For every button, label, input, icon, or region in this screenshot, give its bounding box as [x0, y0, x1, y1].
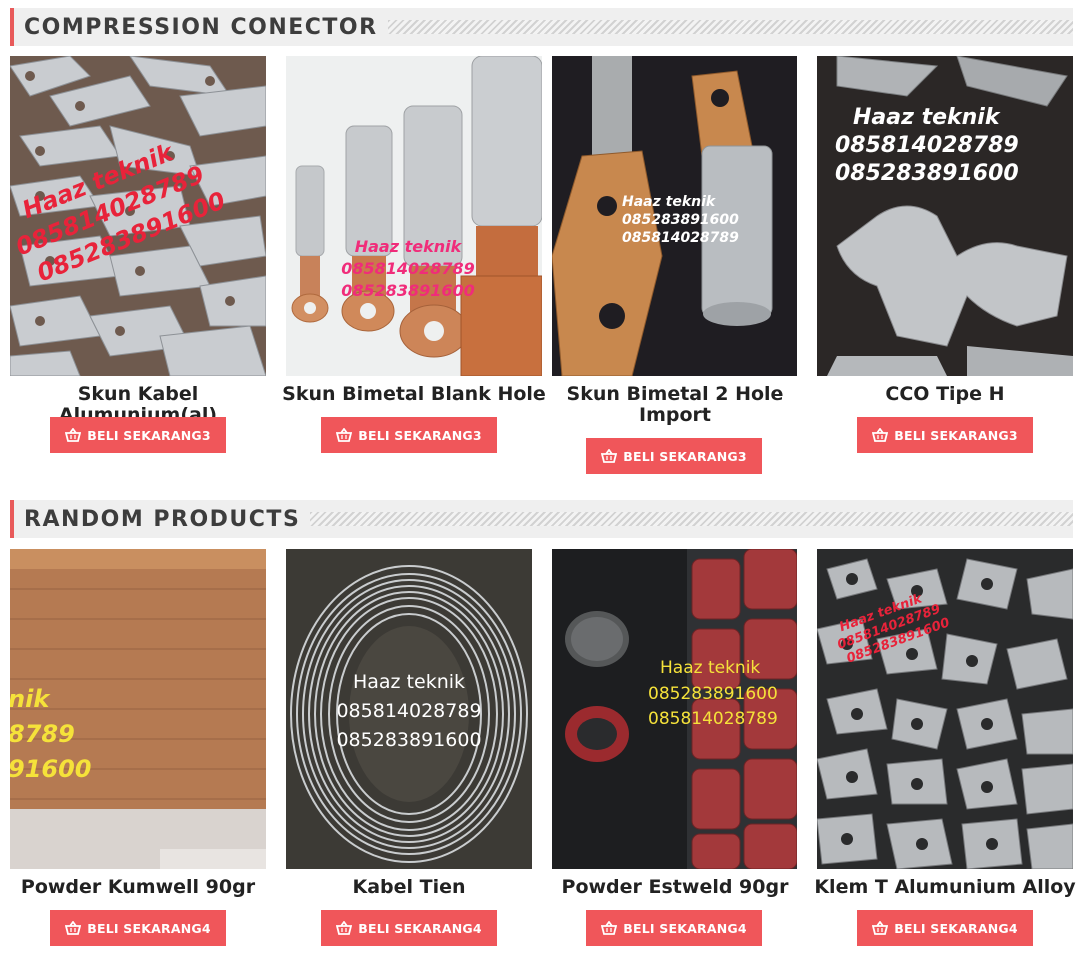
- basket-icon: [872, 428, 889, 442]
- buy-now-button[interactable]: BELI SEKARANG4: [321, 910, 497, 946]
- watermark-line-1: nik: [10, 685, 51, 713]
- watermark-line-3: 91600: [10, 755, 92, 783]
- watermark-line-2: 085814028789: [835, 133, 1019, 158]
- watermark-line-3: 085283891600: [336, 729, 481, 751]
- buy-now-label: BELI SEKARANG3: [623, 448, 747, 464]
- basket-icon: [65, 921, 82, 935]
- product-image[interactable]: nik 8789 91600: [10, 549, 266, 869]
- basket-icon: [65, 428, 82, 442]
- buy-now-label: BELI SEKARANG3: [894, 427, 1018, 443]
- buy-now-label: BELI SEKARANG3: [87, 427, 211, 443]
- watermark-line-3: 085283891600: [341, 281, 475, 300]
- basket-icon: [336, 921, 353, 935]
- buy-now-label: BELI SEKARANG4: [87, 920, 211, 936]
- buy-now-button[interactable]: BELI SEKARANG3: [321, 417, 497, 453]
- product-name[interactable]: Skun Bimetal 2 Hole Import: [546, 384, 804, 426]
- product-name[interactable]: Klem T Alumunium Alloy: [811, 877, 1078, 898]
- buy-now-button[interactable]: BELI SEKARANG4: [857, 910, 1033, 946]
- section-header-random-products: RANDOM PRODUCTS: [10, 500, 1073, 538]
- watermark-line-1: Haaz teknik: [853, 105, 1001, 130]
- watermark-line-2: 085283891600: [622, 212, 739, 228]
- buy-now-label: BELI SEKARANG4: [623, 920, 747, 936]
- product-image[interactable]: Haaz teknik 085814028789 085283891600: [10, 56, 266, 376]
- buy-now-label: BELI SEKARANG4: [894, 920, 1018, 936]
- product-name[interactable]: Kabel Tien: [286, 877, 532, 898]
- watermark-line-1: Haaz teknik: [622, 194, 717, 210]
- basket-icon: [601, 449, 618, 463]
- watermark-line-1: Haaz teknik: [660, 658, 760, 678]
- buy-now-label: BELI SEKARANG4: [358, 920, 482, 936]
- product-name[interactable]: CCO Tipe H: [811, 384, 1078, 405]
- section-header-compression-conector: COMPRESSION CONECTOR: [10, 8, 1073, 46]
- watermark-line-2: 8789: [10, 720, 75, 748]
- product-image[interactable]: Haaz teknik 085283891600 085814028789: [552, 56, 808, 376]
- product-name[interactable]: Powder Estweld 90gr: [546, 877, 804, 898]
- watermark-line-3: 085814028789: [648, 709, 778, 729]
- watermark-line-2: 085283891600: [648, 684, 778, 704]
- watermark-line-1: Haaz teknik: [353, 671, 465, 693]
- basket-icon: [336, 428, 353, 442]
- buy-now-button[interactable]: BELI SEKARANG4: [50, 910, 226, 946]
- product-image[interactable]: Haaz teknik 085814028789 085283891600: [817, 56, 1073, 376]
- product-image[interactable]: Haaz teknik 085814028789 085283891600: [817, 549, 1073, 869]
- buy-now-label: BELI SEKARANG3: [358, 427, 482, 443]
- basket-icon: [601, 921, 618, 935]
- buy-now-button[interactable]: BELI SEKARANG3: [50, 417, 226, 453]
- header-stripes: [387, 20, 1073, 34]
- product-image[interactable]: Haaz teknik 085814028789 085283891600: [286, 56, 542, 376]
- watermark-line-2: 085814028789: [336, 700, 481, 722]
- buy-now-button[interactable]: BELI SEKARANG3: [586, 438, 762, 474]
- product-name[interactable]: Skun Bimetal Blank Hole: [280, 384, 548, 405]
- product-image[interactable]: Haaz teknik 085814028789 085283891600: [286, 549, 542, 869]
- watermark-line-2: 085814028789: [341, 259, 475, 278]
- watermark-line-3: 085283891600: [835, 161, 1019, 186]
- product-image[interactable]: Haaz teknik 085283891600 085814028789: [552, 549, 808, 869]
- section-title: RANDOM PRODUCTS: [14, 506, 311, 532]
- header-stripes: [310, 512, 1073, 526]
- basket-icon: [872, 921, 889, 935]
- watermark-line-1: Haaz teknik: [355, 237, 463, 256]
- buy-now-button[interactable]: BELI SEKARANG4: [586, 910, 762, 946]
- product-name[interactable]: Powder Kumwell 90gr: [4, 877, 272, 898]
- section-title: COMPRESSION CONECTOR: [14, 14, 388, 40]
- watermark-line-3: 085814028789: [622, 230, 739, 246]
- buy-now-button[interactable]: BELI SEKARANG3: [857, 417, 1033, 453]
